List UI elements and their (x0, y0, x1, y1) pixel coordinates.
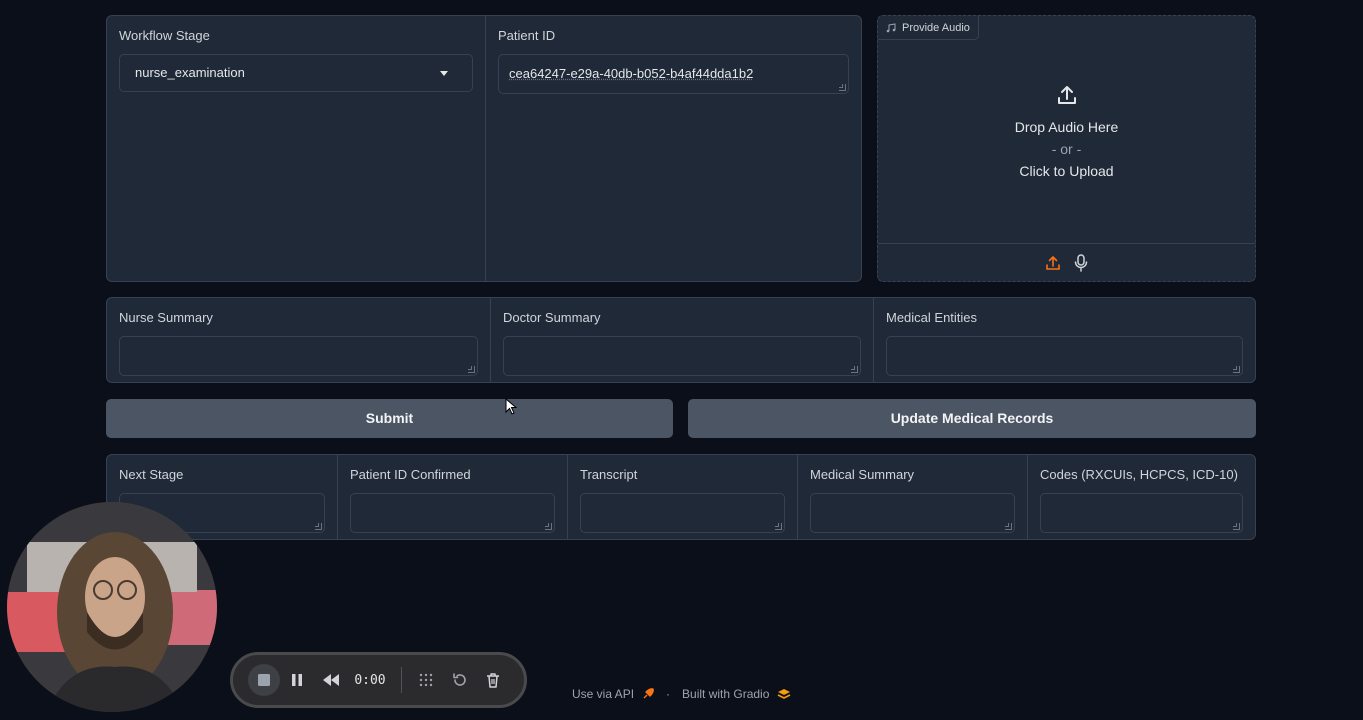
audio-input[interactable]: Provide Audio Drop Audio Here - or - Cli… (877, 15, 1256, 282)
trash-icon (487, 673, 500, 688)
resize-handle-icon[interactable] (1233, 366, 1240, 373)
chevron-down-icon (440, 71, 448, 76)
patient-id-label: Patient ID (498, 28, 556, 43)
music-note-icon (886, 22, 896, 32)
mouse-cursor-icon (505, 398, 517, 415)
recording-timer: 0:00 (354, 672, 386, 688)
patient-id-input[interactable]: cea64247-e29a-40db-b052-b4af44dda1b2 (498, 54, 849, 94)
workflow-stage-label: Workflow Stage (119, 28, 210, 43)
resize-handle-icon[interactable] (315, 523, 322, 530)
workflow-stage-value: nurse_examination (135, 65, 245, 80)
medical-entities-block: Medical Entities (873, 298, 1255, 382)
doctor-summary-label: Doctor Summary (503, 310, 601, 325)
built-with-gradio-link[interactable]: Built with Gradio (682, 687, 769, 701)
rewind-icon (322, 674, 339, 686)
output-panel: Next Stage Patient ID Confirmed Transcri… (106, 454, 1256, 540)
doctor-summary-block: Doctor Summary (490, 298, 873, 382)
medical-summary-label: Medical Summary (810, 467, 915, 482)
delete-button[interactable] (477, 663, 510, 697)
dots-grid-icon (420, 673, 433, 687)
microphone-icon[interactable] (1073, 253, 1089, 272)
transcript-output[interactable] (580, 493, 785, 533)
audio-tag: Provide Audio (878, 16, 979, 40)
pause-icon (292, 674, 303, 686)
audio-source-bar (878, 243, 1255, 281)
drop-audio-text: Drop Audio Here (1014, 119, 1119, 135)
resize-handle-icon[interactable] (1005, 523, 1012, 530)
patient-id-confirmed-label: Patient ID Confirmed (350, 467, 471, 482)
rocket-icon (643, 688, 654, 699)
nurse-summary-label: Nurse Summary (119, 310, 213, 325)
patient-id-confirmed-block: Patient ID Confirmed (337, 455, 567, 539)
codes-output[interactable] (1040, 493, 1243, 533)
use-via-api-link[interactable]: Use via API (572, 687, 634, 701)
submit-button[interactable]: Submit (106, 399, 673, 438)
resize-handle-icon[interactable] (1233, 523, 1240, 530)
footer: Use via API · Built with Gradio (572, 687, 791, 701)
codes-label: Codes (RXCUIs, HCPCS, ICD-10) (1040, 467, 1238, 482)
recorder-divider (400, 667, 402, 693)
transcript-label: Transcript (580, 467, 638, 482)
screen-recorder-bar: 0:00 (230, 652, 527, 708)
next-stage-label: Next Stage (119, 467, 184, 482)
click-to-upload-text[interactable]: Click to Upload (878, 163, 1255, 179)
restart-icon (452, 673, 466, 686)
patient-id-confirmed-output[interactable] (350, 493, 555, 533)
resize-handle-icon[interactable] (851, 366, 858, 373)
patient-id-block: Patient ID cea64247-e29a-40db-b052-b4af4… (485, 16, 861, 281)
footer-separator: · (666, 687, 671, 701)
resize-handle-icon[interactable] (468, 366, 475, 373)
stop-record-button[interactable] (247, 663, 280, 697)
transcript-block: Transcript (567, 455, 797, 539)
update-medical-records-button[interactable]: Update Medical Records (688, 399, 1256, 438)
resize-handle-icon[interactable] (839, 84, 846, 91)
pause-button[interactable] (280, 663, 313, 697)
doctor-summary-input[interactable] (503, 336, 861, 376)
resize-handle-icon[interactable] (545, 523, 552, 530)
nurse-summary-block: Nurse Summary (107, 298, 490, 382)
nurse-summary-input[interactable] (119, 336, 478, 376)
upload-source-icon[interactable] (1045, 255, 1061, 271)
medical-entities-input[interactable] (886, 336, 1243, 376)
stop-icon (257, 674, 270, 686)
resize-handle-icon[interactable] (775, 523, 782, 530)
workflow-stage-dropdown[interactable]: nurse_examination (119, 54, 473, 92)
or-text: - or - (1051, 141, 1082, 157)
medical-summary-output[interactable] (810, 493, 1015, 533)
medical-summary-block: Medical Summary (797, 455, 1027, 539)
audio-dropzone[interactable]: Drop Audio Here - or - Click to Upload (878, 84, 1255, 179)
audio-tag-label: Provide Audio (902, 21, 970, 34)
medical-entities-label: Medical Entities (886, 310, 978, 325)
grid-button[interactable] (410, 663, 443, 697)
restart-button[interactable] (443, 663, 476, 697)
webcam-overlay (7, 502, 217, 712)
patient-id-value: cea64247-e29a-40db-b052-b4af44dda1b2 (509, 66, 754, 81)
workflow-stage-block: Workflow Stage nurse_examination (107, 16, 485, 281)
rewind-button[interactable] (314, 663, 347, 697)
codes-block: Codes (RXCUIs, HCPCS, ICD-10) (1027, 455, 1255, 539)
webcam-person-image (7, 502, 217, 712)
summary-panel: Nurse Summary Doctor Summary Medical Ent… (106, 297, 1256, 383)
upload-icon (1057, 86, 1076, 104)
gradio-logo-icon (778, 689, 791, 699)
input-panel: Workflow Stage nurse_examination Patient… (106, 15, 862, 282)
